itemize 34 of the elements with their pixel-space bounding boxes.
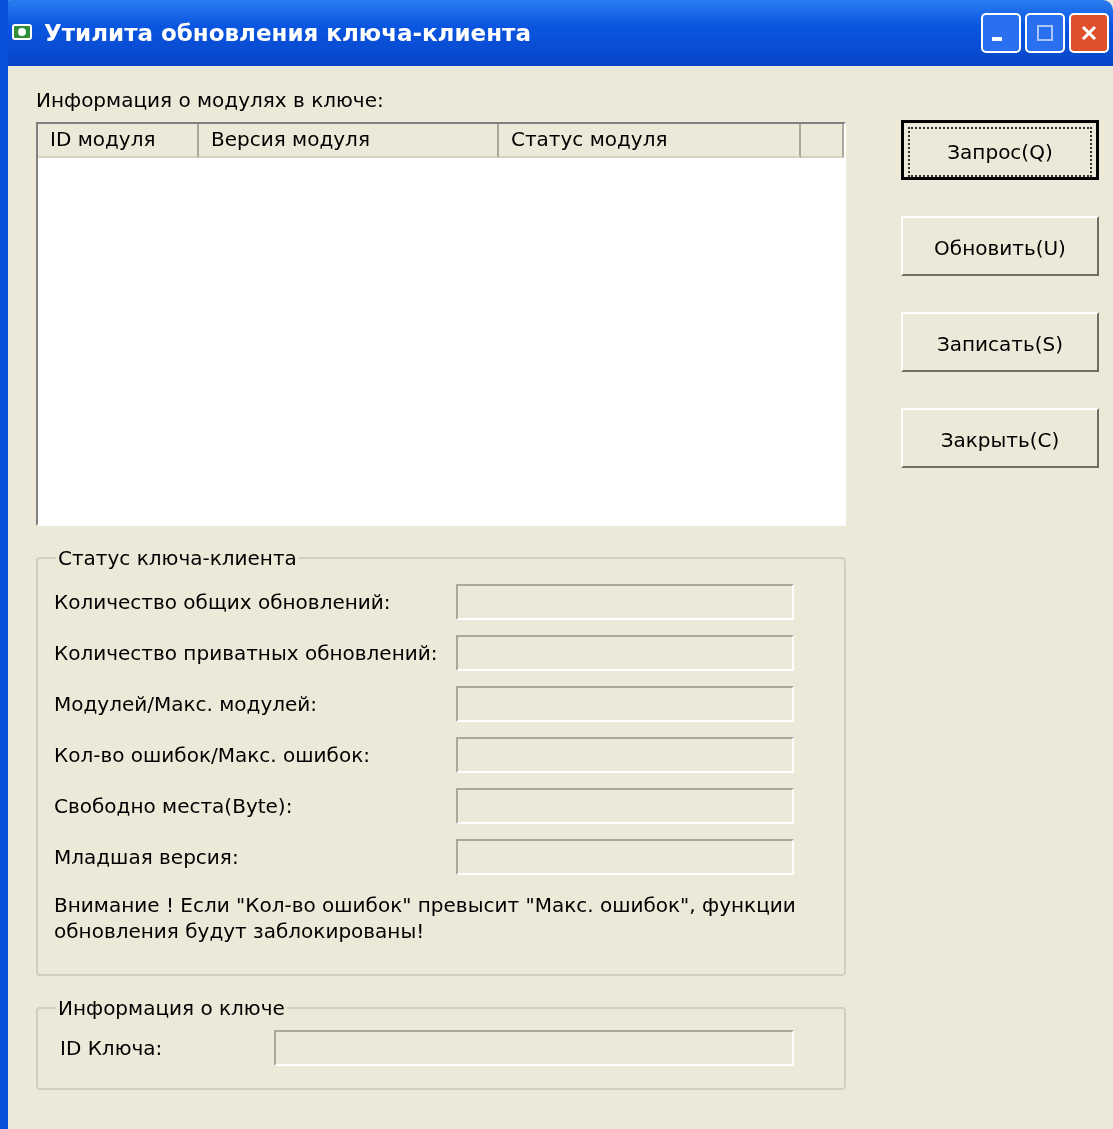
field-label: Количество приватных обновлений: xyxy=(54,640,439,665)
warning-text: Внимание ! Если "Кол-во ошибок" превысит "Макс. ошибок", функции обновления будут заблокированы! xyxy=(54,892,797,944)
field-label: ID Ключа: xyxy=(59,1036,164,1060)
field-label: Модулей/Макс. модулей: xyxy=(54,691,319,716)
modules-list[interactable]: ID модуля Версия модуля Статус модуля xyxy=(36,122,846,526)
field-label: Кол-во ошибок/Макс. ошибок: xyxy=(54,742,371,767)
field-label: Количество общих обновлений: xyxy=(54,589,392,614)
group-title: Статус ключа-клиента xyxy=(57,546,298,570)
column-header[interactable] xyxy=(801,124,844,158)
window-title: Утилита обновления ключа-клиента xyxy=(44,20,532,46)
maximize-button[interactable] xyxy=(1025,13,1065,53)
minimize-button[interactable] xyxy=(981,13,1021,53)
maximize-icon xyxy=(1035,23,1055,43)
input-field[interactable] xyxy=(456,634,794,671)
input-field[interactable] xyxy=(456,838,794,875)
field-label: Свободно места(Byte): xyxy=(54,793,294,818)
close-icon xyxy=(1079,23,1099,43)
dialog-button[interactable]: Обновить(U) xyxy=(901,216,1099,276)
field-label: Младшая версия: xyxy=(54,844,240,869)
column-header[interactable]: Статус модуля xyxy=(499,124,801,158)
input-field[interactable] xyxy=(456,583,794,620)
column-header[interactable]: ID модуля xyxy=(38,124,199,158)
dialog-button[interactable]: Закрыть(C) xyxy=(901,408,1099,468)
input-field[interactable] xyxy=(456,736,794,773)
input-field[interactable] xyxy=(456,685,794,722)
dialog-button[interactable]: Запрос(Q) xyxy=(901,120,1099,180)
input-field[interactable] xyxy=(456,787,794,824)
minimize-icon xyxy=(992,37,1002,41)
column-header[interactable]: Версия модуля xyxy=(199,124,499,158)
dialog-button[interactable]: Записать(S) xyxy=(901,312,1099,372)
modules-label: Информация о модулях в ключе: xyxy=(36,88,385,112)
close-button[interactable] xyxy=(1069,13,1109,53)
input-field[interactable] xyxy=(274,1030,794,1066)
group-title: Информация о ключе xyxy=(57,996,286,1020)
